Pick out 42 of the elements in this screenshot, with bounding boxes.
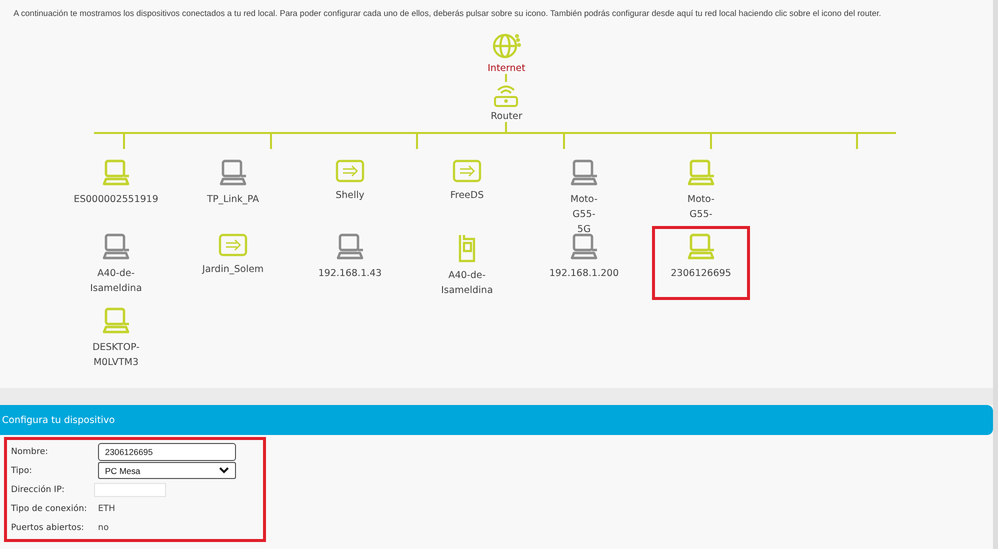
redacted-block [94,482,166,496]
field-label: Puertos abiertos: [11,522,86,532]
computer-icon[interactable] [686,233,716,261]
device-name[interactable]: Shelly [336,188,364,203]
device-name[interactable]: 192.168.1.200 [549,266,619,281]
device-name[interactable]: FreeDS [450,188,484,203]
device-name[interactable]: ES000002551919 [74,192,158,207]
field-label: Nombre: [11,446,50,456]
arrow-box-icon[interactable] [452,159,482,183]
field-label: Tipo de conexión: [11,504,88,514]
router-label: Router [490,111,522,122]
field-value: no [98,522,109,532]
computer-icon[interactable] [101,233,131,261]
computer-icon[interactable] [101,307,131,335]
field-label: Dirección IP: [11,484,66,494]
arrow-box-icon[interactable] [218,233,248,257]
computer-icon[interactable] [101,159,131,187]
section-header: Configura tu dispositivo [0,405,993,435]
phone-icon[interactable] [456,233,478,263]
device-name[interactable]: DESKTOP-M0LVTM3 [92,340,140,370]
device-name[interactable]: Moto-G55- [687,192,715,222]
computer-icon[interactable] [569,233,599,261]
device-name[interactable]: A40-de-Isameldina [441,268,493,298]
device-name[interactable]: Jardin_Solem [202,262,264,277]
computer-icon[interactable] [686,159,716,187]
field-label: Tipo: [11,466,33,476]
device-name[interactable]: Moto-G55-5G [570,192,598,237]
type-dropdown[interactable]: PC Mesa [98,462,236,479]
computer-icon[interactable] [218,159,248,187]
device-name[interactable]: 2306126695 [670,266,732,281]
computer-icon[interactable] [335,233,365,261]
globe-icon[interactable] [491,31,522,61]
device-name[interactable]: 192.168.1.43 [318,266,382,281]
intro-text: A continuación te mostramos los dispositivos conectados a tu red local. Para poder configurar cada uno de ellos, deberás pulsar sobre su icono. También podrás configurar desde aquí tu red local haciendo clic sobre el icono del router. [14,8,882,19]
device-name[interactable]: A40-de-Isameldina [90,266,142,296]
device-name[interactable]: TP_Link_PA [206,192,260,207]
name-input[interactable]: 2306126695 [98,442,236,460]
internet-label: Internet [488,63,526,74]
computer-icon[interactable] [569,159,599,187]
chevron-down-icon [219,467,229,474]
field-value: ETH [98,504,116,514]
arrow-box-icon[interactable] [335,159,365,183]
